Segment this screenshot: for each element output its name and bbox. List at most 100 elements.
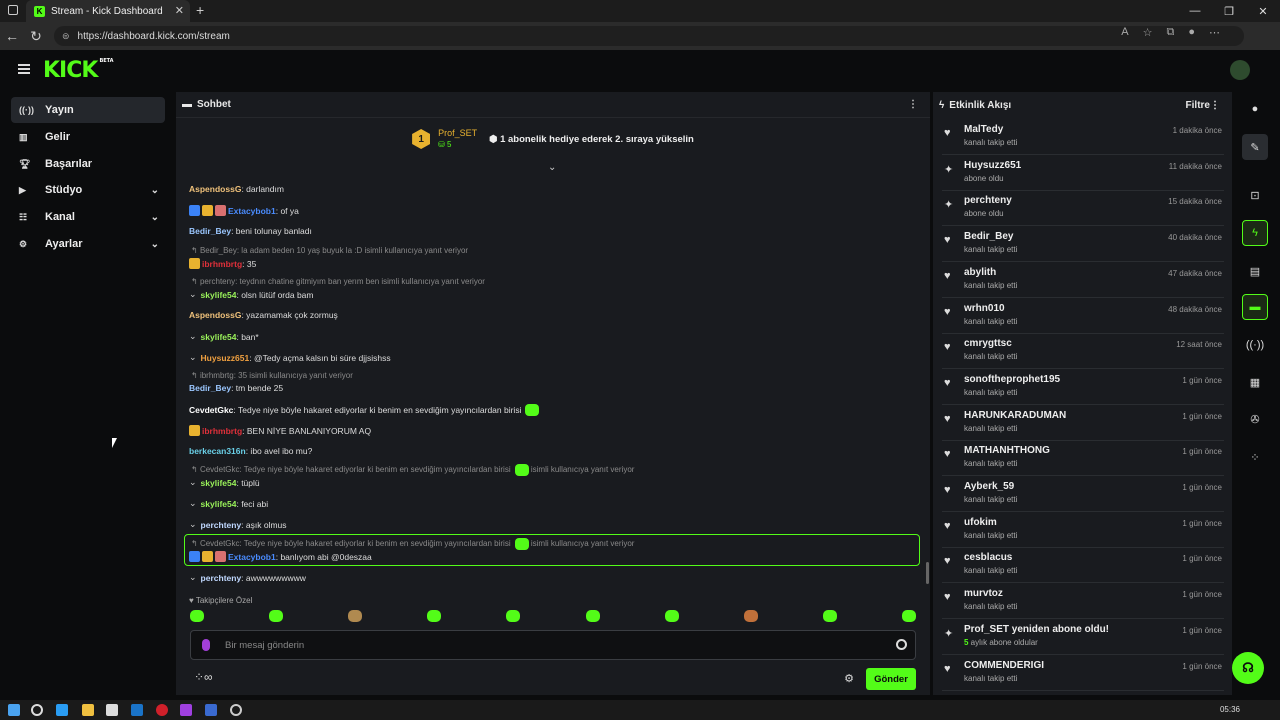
activity-user[interactable]: MATHANHTHONG <box>964 445 1050 456</box>
store-icon[interactable] <box>106 704 118 716</box>
maximize-button[interactable]: ❐ <box>1212 0 1246 22</box>
activity-user[interactable]: Bedir_Bey <box>964 231 1013 242</box>
chat-username[interactable]: Huysuzz651 <box>201 353 250 363</box>
activity-item[interactable]: ♥ murvtoz kanalı takip etti 1 gün önce <box>942 584 1224 620</box>
activity-user[interactable]: abylith <box>964 267 996 278</box>
new-tab-button[interactable]: + <box>196 2 204 18</box>
chat-username[interactable]: ibrhmbrtg <box>202 426 242 436</box>
edge-icon[interactable] <box>56 704 68 716</box>
emote-icon[interactable] <box>506 610 521 622</box>
activity-item[interactable]: ♥ ufokim kanalı takip etti 1 gün önce <box>942 513 1224 548</box>
chat-username[interactable]: Bedir_Bey <box>189 226 231 236</box>
chat-username[interactable]: ibrhmbrtg <box>202 259 242 269</box>
emoji-icon[interactable] <box>896 639 907 650</box>
activity-user[interactable]: Prof_SET yeniden abone oldu! <box>964 624 1109 635</box>
activity-user[interactable]: cmrygttsc <box>964 338 1012 349</box>
folder-icon[interactable] <box>82 704 94 716</box>
more-icon[interactable]: ⋯ <box>1209 26 1220 39</box>
chat-username[interactable]: skylife54 <box>201 499 237 509</box>
favorite-star-icon[interactable]: ☆ <box>1143 26 1153 39</box>
app-icon[interactable] <box>205 704 217 716</box>
activity-user[interactable]: HARUNKARADUMAN <box>964 410 1066 421</box>
activity-item[interactable]: ♥ Ayberk_59 kanalı takip etti 1 gün önce <box>942 477 1224 512</box>
chat-username[interactable]: skylife54 <box>201 290 237 300</box>
activity-item[interactable]: ♥ abylith kanalı takip etti 47 dakika önce <box>942 263 1224 298</box>
search-icon[interactable] <box>31 704 43 716</box>
activity-item[interactable]: ♥ MalTedy kanalı takip etti 1 dakika önce <box>942 120 1224 155</box>
menu-icon[interactable] <box>18 64 30 74</box>
sidebar-item-gelir[interactable]: ▥ Gelir <box>11 124 165 150</box>
activity-item[interactable]: ♥ cesblacus kanalı takip etti 1 gün önce <box>942 548 1224 584</box>
activity-item[interactable]: ✦ Huysuzz651 abone oldu 11 dakika önce <box>942 156 1224 191</box>
activity-user[interactable]: sonoftheprophet195 <box>964 374 1060 385</box>
chat-username[interactable]: perchteny <box>201 573 242 583</box>
chat-scrollbar[interactable] <box>926 562 929 584</box>
outlook-icon[interactable] <box>131 704 143 716</box>
chat-more-icon[interactable]: ⋮ <box>908 99 918 110</box>
tab-actions-icon[interactable] <box>8 5 18 15</box>
activity-item[interactable]: ♥ HARUNKARADUMAN kanalı takip etti 1 gün ön… <box>942 406 1224 441</box>
chat-username[interactable]: skylife54 <box>201 478 237 488</box>
sidebar-item-basarilar[interactable]: 🏆︎ Başarılar <box>11 151 165 177</box>
activity-item[interactable]: ♥ cmrygttsc kanalı takip etti 12 saat önce <box>942 334 1224 370</box>
activity-user[interactable]: murvtoz <box>964 588 1003 599</box>
microphone-icon[interactable] <box>202 639 210 651</box>
activity-item[interactable]: ✦ Prof_SET yeniden abone oldu! 5 aylık abo… <box>942 620 1224 655</box>
reply-context[interactable]: ↰ perchteny: teydnın chatine gitmiyım ba… <box>191 277 485 286</box>
activity-item[interactable]: ♥ Bedir_Bey kanalı takip etti 40 dakika önc… <box>942 227 1224 263</box>
reply-context[interactable]: ↰ Bedir_Bey: la adam beden 10 yaş buyuk … <box>191 246 468 255</box>
chat-settings-icon[interactable]: ⚙ <box>844 672 854 685</box>
camera-icon[interactable]: ⊡ <box>1242 182 1268 208</box>
chat-username[interactable]: Bedir_Bey <box>189 383 231 393</box>
reply-context[interactable]: ↰ ibrhmbrtg: 35 isimli kullanıcıya yanıt… <box>191 371 353 380</box>
emote-icon[interactable] <box>901 610 916 622</box>
minimize-button[interactable]: — <box>1178 0 1212 22</box>
sidebar-item-kanal[interactable]: ☷ Kanal ⌄ <box>11 204 165 230</box>
broadcast-icon[interactable]: ((·)) <box>1242 332 1268 358</box>
pinned-username[interactable]: Prof_SET <box>438 128 477 138</box>
activity-user[interactable]: perchteny <box>964 195 1012 206</box>
chat-username[interactable]: Extacybob1 <box>228 552 276 562</box>
reply-context[interactable]: ↰ CevdetGkc: Tedye niye böyle hakaret ed… <box>191 464 634 476</box>
chat-toggle-icon[interactable]: ▬ <box>1242 294 1268 320</box>
filter-button[interactable]: Filtre <box>1186 100 1210 111</box>
layers-icon[interactable]: ▦ <box>1242 369 1268 395</box>
activity-toggle-icon[interactable]: ϟ <box>1242 220 1268 246</box>
close-window-button[interactable]: ✕ <box>1246 0 1280 22</box>
activity-item[interactable]: ♥ sonoftheprophet195 kanalı takip etti 1 gü… <box>942 370 1224 405</box>
activity-item[interactable]: ♥ MATHANHTHONG kanalı takip etti 1 gün önce <box>942 441 1224 477</box>
chat-username[interactable]: skylife54 <box>201 332 237 342</box>
windows-start-icon[interactable] <box>8 704 20 716</box>
sidebar-item-yayin[interactable]: ((·)) Yayın <box>11 97 165 123</box>
chat-username[interactable]: AspendossG <box>189 184 241 194</box>
collections-icon[interactable]: ⧉ <box>1166 26 1174 39</box>
activity-item[interactable]: ♥ COMMENDERIGI kanalı takip etti 1 gün önce <box>942 656 1224 691</box>
info-icon[interactable]: ● <box>1242 96 1268 122</box>
emote-icon[interactable] <box>664 610 679 622</box>
profile-icon[interactable]: ● <box>1188 26 1195 38</box>
emote-icon[interactable] <box>585 610 600 622</box>
apps-icon[interactable]: ⁘ <box>1242 444 1268 470</box>
refresh-button[interactable]: ↻ <box>24 28 48 45</box>
activity-user[interactable]: Huysuzz651 <box>964 160 1021 171</box>
sidebar-item-ayarlar[interactable]: ⚙ Ayarlar ⌄ <box>11 231 165 257</box>
back-button[interactable]: ← <box>0 28 24 44</box>
activity-item[interactable]: ✦ perchteny abone oldu 15 dakika önce <box>942 191 1224 227</box>
emote-icon[interactable] <box>743 610 758 622</box>
wrench-icon[interactable]: ✇ <box>1242 406 1268 432</box>
browser-tab[interactable]: K Stream - Kick Dashboard ✕ <box>26 0 190 22</box>
activity-user[interactable]: ufokim <box>964 517 997 528</box>
chat-username[interactable]: Extacybob1 <box>228 206 276 216</box>
emote-icon[interactable] <box>427 610 442 622</box>
chat-username[interactable]: perchteny <box>201 520 242 530</box>
close-tab-icon[interactable]: ✕ <box>175 4 184 17</box>
activity-user[interactable]: MalTedy <box>964 124 1003 135</box>
opera-icon[interactable] <box>156 704 168 716</box>
figma-icon[interactable] <box>180 704 192 716</box>
infinity-points-icon[interactable]: ⁘∞ <box>194 670 213 684</box>
edit-icon[interactable]: ✎ <box>1242 134 1268 160</box>
emote-icon[interactable] <box>190 610 204 622</box>
site-info-icon[interactable]: ⊜ <box>62 31 70 42</box>
chat-username[interactable]: AspendossG <box>189 310 241 320</box>
chat-username[interactable]: berkecan316n <box>189 446 246 456</box>
